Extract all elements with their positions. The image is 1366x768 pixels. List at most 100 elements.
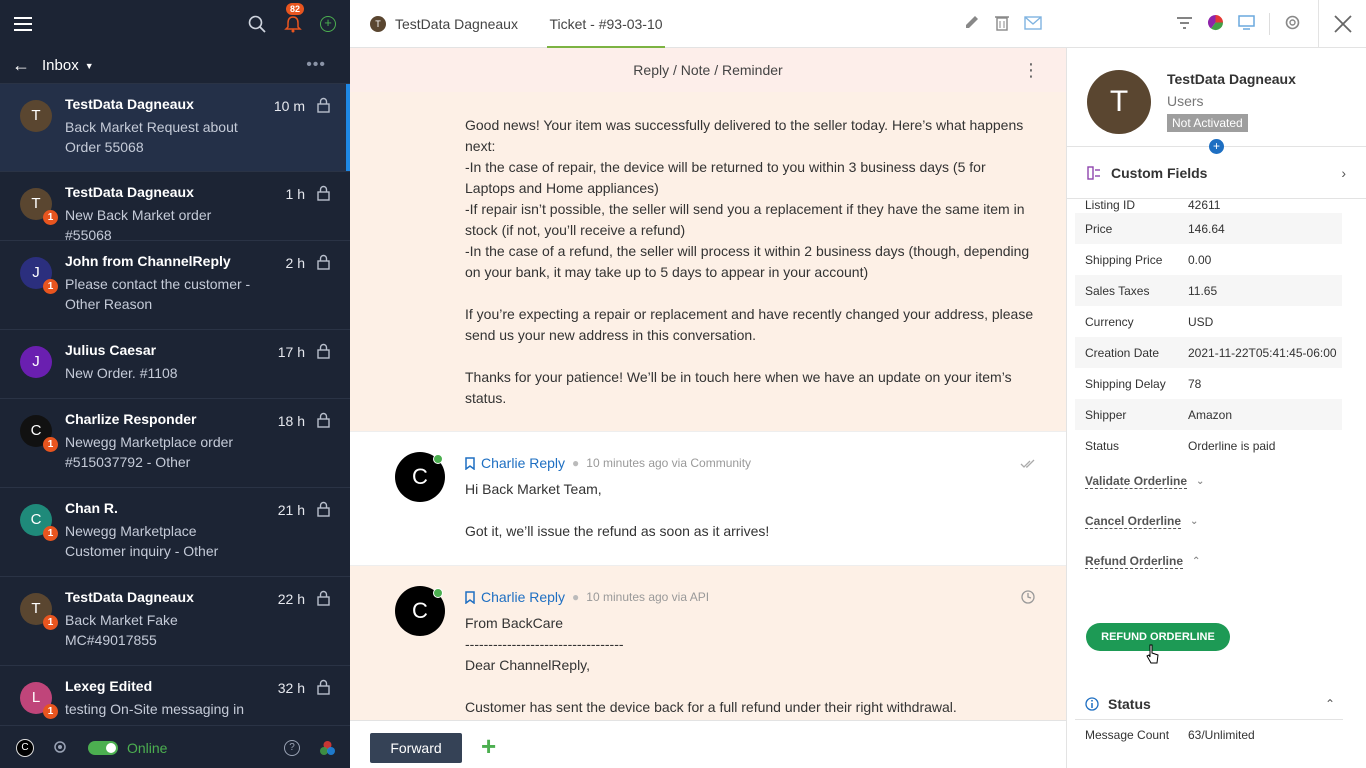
conversation-avatar: T1 <box>20 188 58 225</box>
message-paragraph <box>465 283 1038 304</box>
field-value: Orderline is paid <box>1188 438 1276 453</box>
custom-field-row: Price 146.64 <box>1075 213 1342 244</box>
kebab-menu-icon[interactable]: ⋮ <box>1022 48 1040 92</box>
online-status-label: Online <box>127 740 168 756</box>
message-author[interactable]: Charlie Reply <box>481 587 565 608</box>
conversation-item[interactable]: T 1 TestData Dagneaux New Back Market order… <box>0 172 350 243</box>
custom-fields-header[interactable]: Custom Fields › <box>1067 147 1366 199</box>
message-timestamp: 10 minutes ago via API <box>586 590 710 604</box>
field-value: USD <box>1188 314 1214 329</box>
orderline-action-toggle[interactable]: Cancel Orderline ⌄ <box>1067 501 1366 541</box>
conversation-preview: Back Market Request about Order 55068 <box>65 119 238 155</box>
add-icon[interactable]: + <box>481 733 496 759</box>
reply-note-reminder-bar[interactable]: Reply / Note / Reminder ⋮ <box>350 48 1066 92</box>
lock-icon[interactable] <box>317 679 330 695</box>
close-ticket-button[interactable] <box>1318 0 1366 48</box>
chevron-up-icon: ⌃ <box>1192 555 1201 567</box>
lock-icon[interactable] <box>317 412 330 428</box>
lock-icon[interactable] <box>317 254 330 270</box>
help-icon[interactable]: ? <box>284 740 300 756</box>
conversation-preview: testing On-Site messaging in <box>65 701 244 717</box>
field-label: Currency <box>1085 314 1134 329</box>
forward-button[interactable]: Forward <box>370 733 462 763</box>
field-label: Price <box>1085 221 1113 236</box>
field-value: 146.64 <box>1188 221 1225 236</box>
unread-count-badge: 1 <box>43 615 58 630</box>
custom-field-row: Shipping Price 0.00 <box>1075 244 1342 275</box>
unread-count-badge: 1 <box>43 526 58 541</box>
tab-customer-label: TestData Dagneaux <box>395 16 518 32</box>
conversation-item[interactable]: T 1 TestData Dagneaux Back Market Fake MC#4… <box>0 577 350 666</box>
back-arrow-icon[interactable]: ← <box>12 55 30 76</box>
tab-ticket[interactable]: Ticket - #93-03-10 <box>547 0 665 48</box>
menu-icon[interactable] <box>14 17 32 31</box>
sidebar-header: 82 + <box>0 0 350 48</box>
notifications-bell-icon[interactable]: 82 <box>284 3 305 33</box>
message-line: Got it, we’ll issue the refund as soon a… <box>465 523 770 539</box>
message-paragraph: -If repair isn’t possible, the seller wi… <box>465 201 1025 238</box>
field-value: 63/Unlimited <box>1188 728 1255 742</box>
email-envelope-icon[interactable] <box>1024 15 1042 33</box>
field-value: 42611 <box>1188 198 1221 212</box>
lock-icon[interactable] <box>317 185 330 201</box>
delete-trash-icon[interactable] <box>994 14 1010 34</box>
settings-gear-icon[interactable] <box>1284 14 1301 34</box>
settings-gear-icon[interactable] <box>52 739 68 758</box>
conversation-item[interactable]: C 1 Charlize Responder Newegg Marketplace o… <box>0 399 350 488</box>
online-toggle[interactable] <box>88 741 118 755</box>
lock-icon[interactable] <box>317 343 330 359</box>
folder-selector[interactable]: ← Inbox ▼ ••• <box>0 48 350 84</box>
custom-field-row: Sales Taxes 11.65 <box>1075 275 1342 306</box>
conversation-avatar: L1 <box>20 682 58 719</box>
lock-icon[interactable] <box>317 590 330 606</box>
lock-icon[interactable] <box>317 501 330 517</box>
edit-pencil-icon[interactable] <box>963 14 980 34</box>
message-line: Dear ChannelReply, <box>465 657 591 673</box>
new-conversation-icon[interactable]: + <box>320 16 336 32</box>
field-value: 0.00 <box>1188 252 1212 267</box>
orderline-action-toggle[interactable]: Validate Orderline ⌄ <box>1067 461 1366 501</box>
notification-count-badge: 82 <box>286 3 305 15</box>
conversation-item[interactable]: J 1 John from ChannelReply Please contact t… <box>0 241 350 330</box>
conversation-item[interactable]: T TestData Dagneaux Back Market Request ab… <box>0 84 350 172</box>
message-line: ---------------------------------- <box>465 636 624 652</box>
online-dot <box>433 454 443 464</box>
ticket-topbar: T TestData Dagneaux Ticket - #93-03-10 <box>350 0 1366 48</box>
desktop-monitor-icon[interactable] <box>1238 15 1255 33</box>
apps-color-icon[interactable] <box>319 740 336 757</box>
custom-field-row: Creation Date 2021-11-22T05:41:45-06:00 <box>1075 337 1342 368</box>
lock-icon[interactable] <box>317 97 330 113</box>
add-circle-icon[interactable]: + <box>1209 139 1224 154</box>
alarm-clock-icon[interactable] <box>1020 588 1036 604</box>
orderline-action-toggle[interactable]: Refund Orderline ⌃ <box>1067 541 1366 581</box>
message-line: Hi Back Market Team, <box>465 481 602 497</box>
conversation-time: 21 h <box>277 502 305 518</box>
unread-count-badge: 1 <box>43 437 58 452</box>
conversation-time: 1 h <box>285 186 305 202</box>
bookmark-icon <box>465 457 475 470</box>
more-options-icon[interactable]: ••• <box>306 56 326 74</box>
customer-role: Users <box>1167 93 1204 109</box>
conversation-avatar: C1 <box>20 504 58 541</box>
close-icon <box>1334 15 1352 33</box>
message-paragraph: If you’re expecting a repair or replacem… <box>465 306 1034 343</box>
message-author[interactable]: Charlie Reply <box>481 453 565 474</box>
customer-name[interactable]: TestData Dagneaux <box>1167 71 1296 87</box>
conversation-time: 18 h <box>277 413 305 429</box>
analytics-pie-icon[interactable] <box>1207 14 1224 34</box>
filter-icon[interactable] <box>1176 16 1193 33</box>
status-section-header[interactable]: Status ⌃ <box>1075 688 1343 720</box>
field-label: Sales Taxes <box>1085 283 1150 298</box>
message-thread: Reply / Note / Reminder ⋮ Good news! You… <box>350 48 1066 720</box>
search-icon[interactable] <box>248 15 266 33</box>
conversation-item[interactable]: J Julius Caesar New Order. #1108 17 h <box>0 330 350 399</box>
user-avatar[interactable]: C <box>16 739 34 757</box>
conversation-name: Chan R. <box>65 500 118 516</box>
field-label: Status <box>1085 438 1120 453</box>
message-line: Customer has sent the device back for a … <box>465 699 957 715</box>
conversation-item[interactable]: C 1 Chan R. Newegg Marketplace Customer inq… <box>0 488 350 577</box>
field-value: Amazon <box>1188 407 1233 422</box>
tab-customer[interactable]: T TestData Dagneaux <box>370 0 518 48</box>
action-label: Cancel Orderline <box>1085 513 1182 529</box>
conversation-item[interactable]: L 1 Lexeg Edited testing On-Site messaging … <box>0 666 350 726</box>
